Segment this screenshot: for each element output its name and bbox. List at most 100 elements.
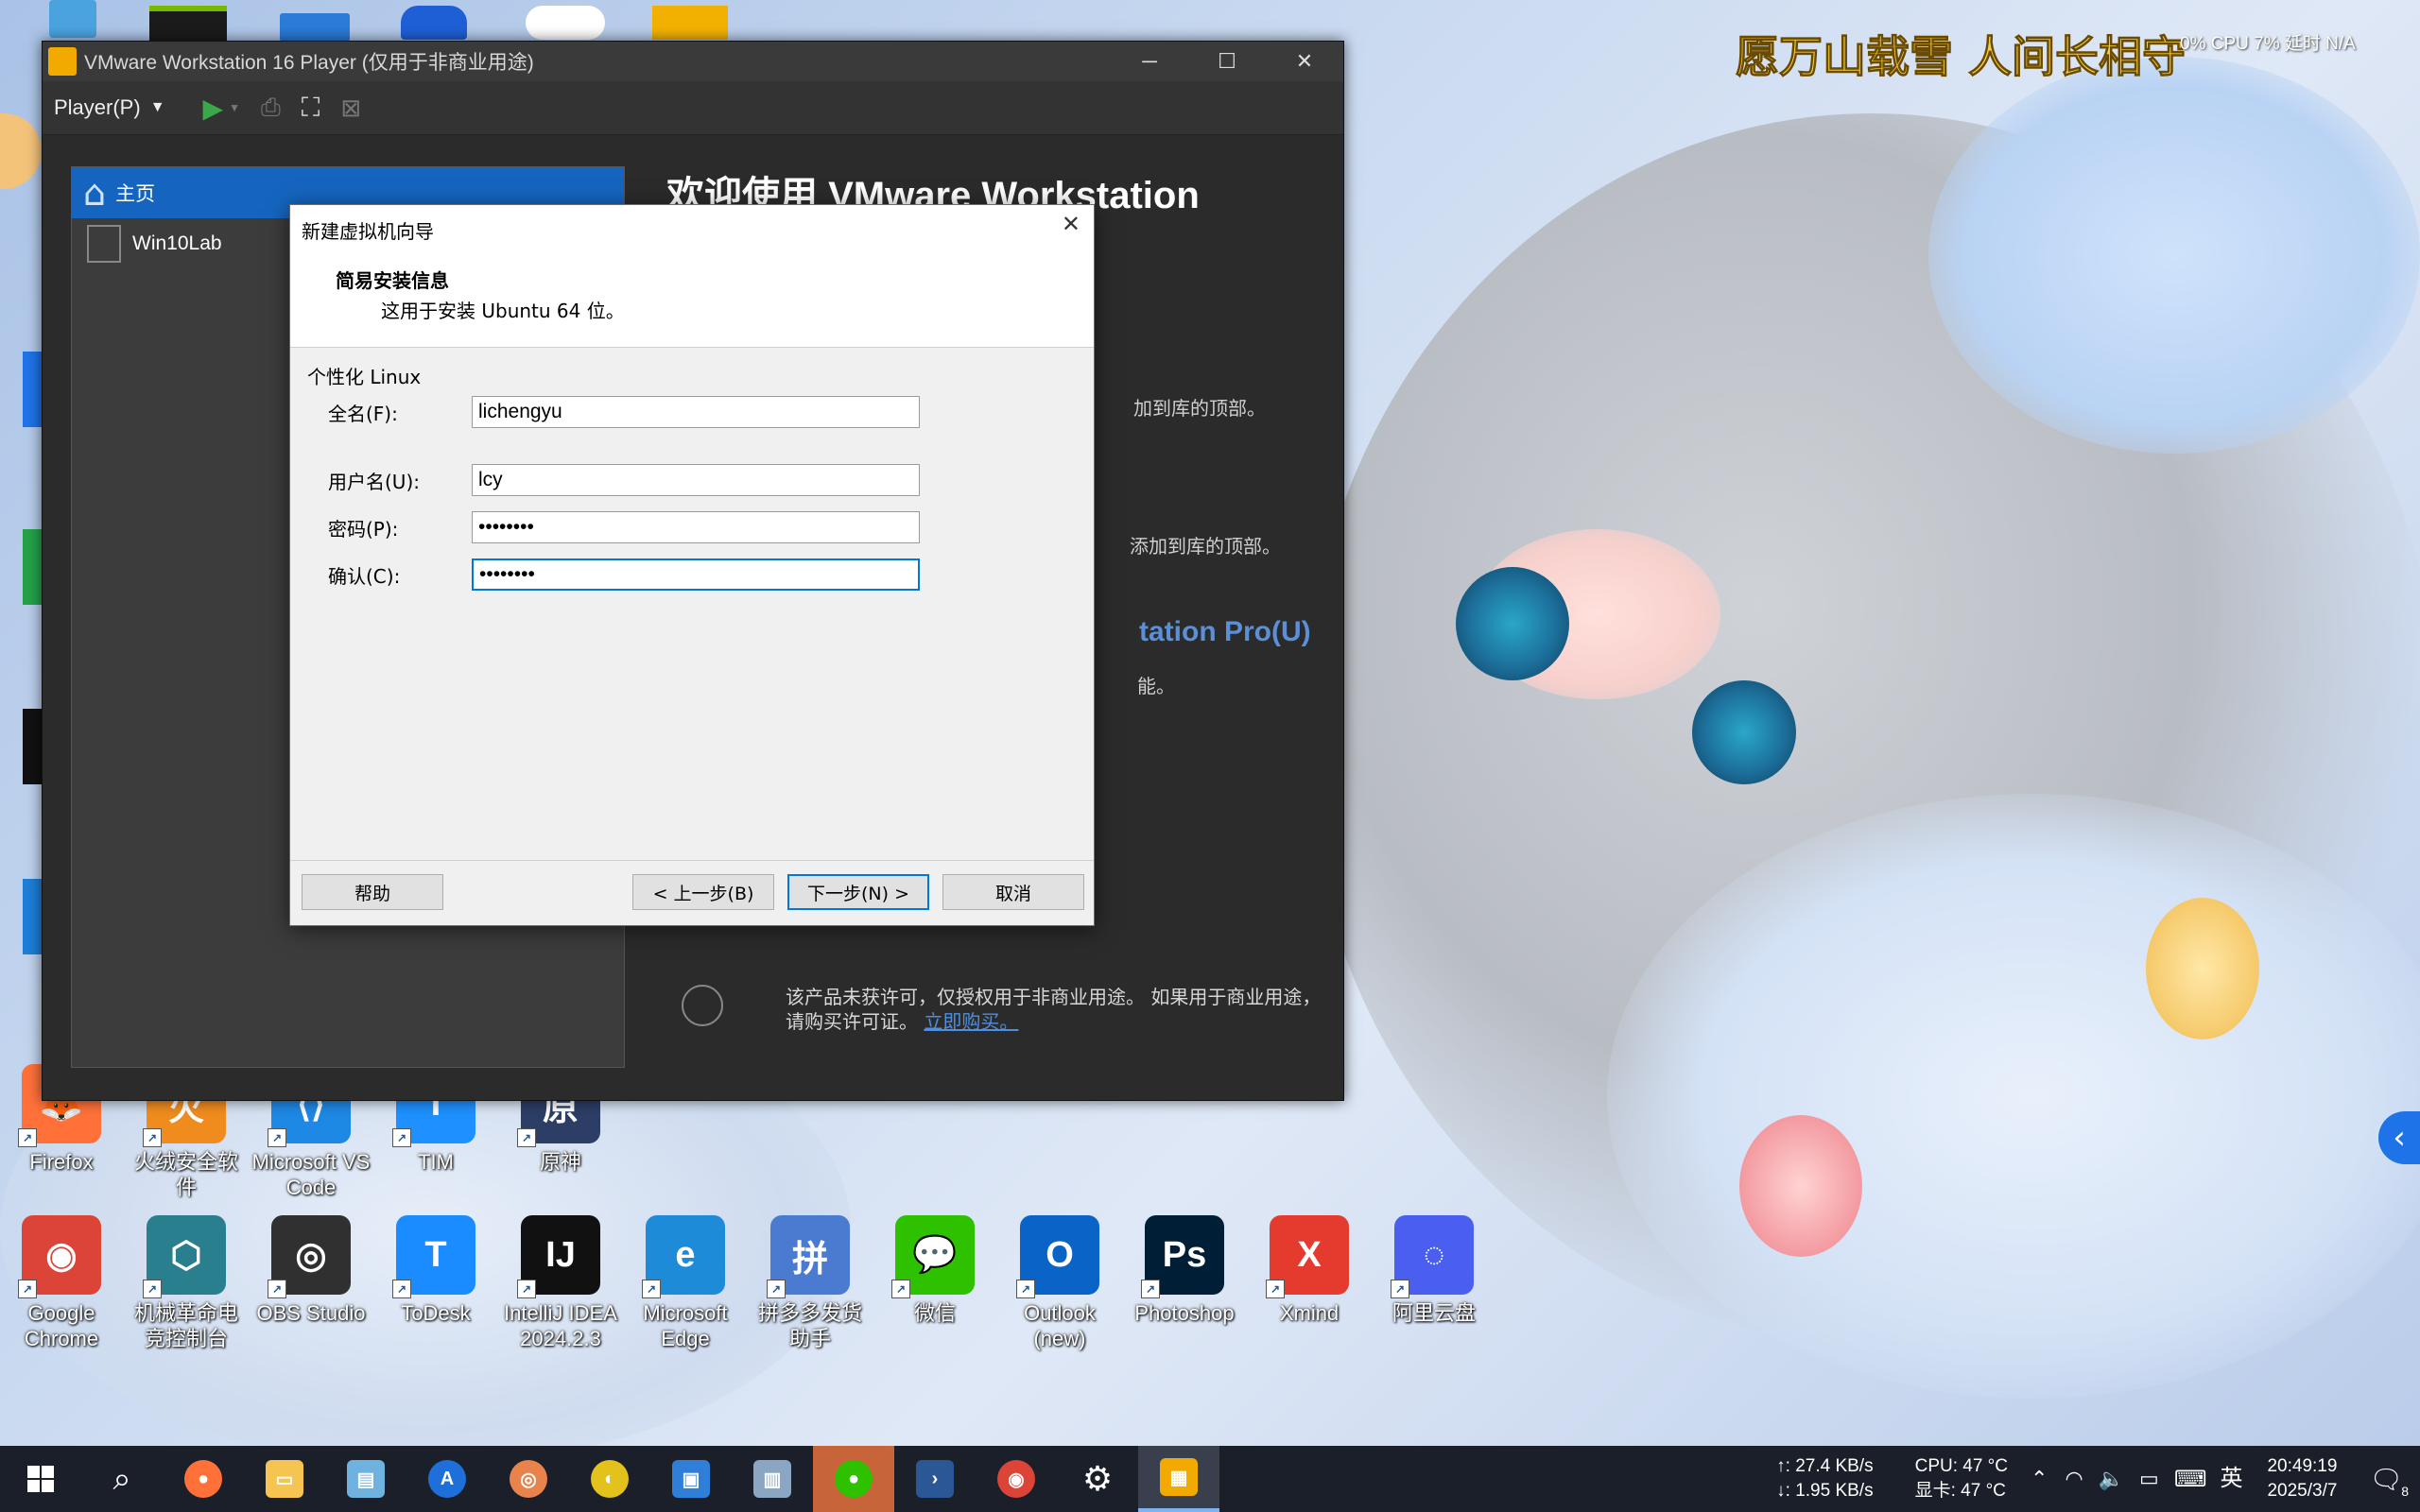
dialog-header: 新建虚拟机向导 ✕ 简易安装信息 这用于安装 Ubuntu 64 位。 bbox=[290, 205, 1094, 348]
desktop-icon-label: ToDesk bbox=[401, 1301, 471, 1325]
desktop-icon[interactable]: Ps ↗ Photoshop bbox=[1123, 1215, 1246, 1326]
shortcut-arrow-icon: ↗ bbox=[767, 1280, 786, 1298]
desktop-icon[interactable]: O ↗ Outlook (new) bbox=[998, 1215, 1121, 1351]
desktop-icon-partial[interactable] bbox=[401, 6, 467, 40]
desktop-icon[interactable]: IJ ↗ IntelliJ IDEA 2024.2.3 bbox=[499, 1215, 622, 1351]
buy-now-link[interactable]: 立即购买。 bbox=[924, 1010, 1018, 1033]
clock[interactable]: 20:49:19 2025/3/7 bbox=[2267, 1454, 2337, 1503]
desktop-icon-label: TIM bbox=[418, 1150, 454, 1174]
desktop-icon[interactable]: T ↗ ToDesk bbox=[374, 1215, 497, 1326]
vmware-icon: ▦ bbox=[1160, 1458, 1198, 1496]
taskbar-app[interactable]: ◎ bbox=[488, 1446, 569, 1512]
password-row: 密码(P): bbox=[328, 511, 920, 543]
dialog-title: 新建虚拟机向导 bbox=[302, 220, 434, 243]
taskbar-app[interactable]: ▣ bbox=[650, 1446, 732, 1512]
notification-center-button[interactable]: 🗨 8 bbox=[2369, 1464, 2409, 1499]
desktop-icon-label: Google Chrome bbox=[24, 1301, 99, 1350]
desktop-icon[interactable]: 💬 ↗ 微信 bbox=[873, 1215, 996, 1326]
taskbar: ⌕ ● ▭ ▤ A ◎ ◐ ▣ ▥ ● › ◉ ⚙ ▦ ↑: 27.4 KB/s… bbox=[0, 1446, 2420, 1512]
desktop-icon-partial[interactable] bbox=[23, 352, 42, 427]
desktop-icon[interactable]: ◎ ↗ OBS Studio bbox=[250, 1215, 372, 1326]
close-button[interactable]: ✕ bbox=[1266, 42, 1343, 81]
search-button[interactable]: ⌕ bbox=[81, 1446, 163, 1512]
shortcut-arrow-icon: ↗ bbox=[143, 1280, 162, 1298]
wifi-icon[interactable]: ◠ bbox=[2065, 1468, 2083, 1491]
section-label: 个性化 Linux bbox=[307, 366, 422, 388]
desktop-icon[interactable]: ◉ ↗ Google Chrome bbox=[0, 1215, 123, 1351]
taskbar-app[interactable]: A bbox=[406, 1446, 488, 1512]
desktop-icon-partial[interactable] bbox=[149, 6, 227, 45]
desktop-icon-partial[interactable] bbox=[23, 879, 42, 954]
shortcut-arrow-icon: ↗ bbox=[268, 1128, 286, 1147]
play-icon[interactable]: ▶ bbox=[203, 93, 224, 124]
minimize-button[interactable]: ─ bbox=[1111, 42, 1188, 81]
vmware-titlebar[interactable]: VMware Workstation 16 Player (仅用于非商业用途) … bbox=[43, 42, 1343, 81]
desktop-icon[interactable]: 拼 ↗ 拼多多发货助手 bbox=[749, 1215, 872, 1351]
shortcut-arrow-icon: ↗ bbox=[143, 1128, 162, 1147]
desktop-icon[interactable]: e ↗ Microsoft Edge bbox=[624, 1215, 747, 1351]
desktop-icon[interactable]: X ↗ Xmind bbox=[1248, 1215, 1371, 1326]
desktop-icon-partial[interactable] bbox=[652, 6, 728, 40]
desktop-icon-partial[interactable] bbox=[280, 13, 350, 42]
keyboard-icon[interactable]: ⌨ bbox=[2174, 1466, 2207, 1492]
window-title: VMware Workstation 16 Player (仅用于非商业用途) bbox=[84, 52, 534, 74]
start-button[interactable] bbox=[0, 1446, 81, 1512]
taskbar-app[interactable]: ▤ bbox=[325, 1446, 406, 1512]
battery-icon[interactable]: ▭ bbox=[2139, 1468, 2159, 1491]
license-badge-icon bbox=[682, 985, 723, 1026]
close-icon: ✕ bbox=[1061, 211, 1080, 237]
app-icon: ◌ ↗ bbox=[1391, 1215, 1474, 1298]
desktop-icon-partial[interactable] bbox=[49, 0, 96, 38]
confirm-row: 确认(C): bbox=[328, 558, 920, 591]
clock-time: 20:49:19 bbox=[2267, 1456, 2338, 1476]
shortcut-arrow-icon: ↗ bbox=[18, 1128, 37, 1147]
notepad-icon: ▤ bbox=[347, 1460, 385, 1498]
next-button[interactable]: 下一步(N) > bbox=[787, 874, 929, 910]
app-icon: ▣ bbox=[672, 1460, 710, 1498]
fullscreen-icon[interactable]: ⛶ bbox=[302, 93, 320, 124]
confirm-password-input[interactable] bbox=[472, 558, 920, 591]
app-icon: A bbox=[428, 1460, 466, 1498]
taskbar-file-explorer[interactable]: ▭ bbox=[244, 1446, 325, 1512]
volume-icon[interactable]: 🔈 bbox=[2099, 1468, 2124, 1491]
chrome-icon: ◉ bbox=[997, 1460, 1035, 1498]
app-icon: T ↗ bbox=[392, 1215, 475, 1298]
confirm-label: 确认(C): bbox=[328, 564, 401, 588]
desktop-icon-partial[interactable] bbox=[23, 529, 42, 605]
chevron-up-icon[interactable]: ⌃ bbox=[2031, 1468, 2048, 1491]
help-button[interactable]: 帮助 bbox=[302, 874, 443, 910]
fullname-row: 全名(F): bbox=[328, 396, 920, 428]
cancel-button[interactable]: 取消 bbox=[942, 874, 1084, 910]
taskbar-app[interactable]: ▥ bbox=[732, 1446, 813, 1512]
send-ctrl-alt-del-icon[interactable]: ⎙ bbox=[261, 93, 281, 123]
taskbar-vmware[interactable]: ▦ bbox=[1138, 1446, 1219, 1512]
notification-count: 8 bbox=[2401, 1483, 2409, 1499]
new-vm-wizard-dialog[interactable]: 新建虚拟机向导 ✕ 简易安装信息 这用于安装 Ubuntu 64 位。 个性化 … bbox=[289, 204, 1095, 926]
unity-icon[interactable]: ⊠ bbox=[340, 94, 361, 123]
shortcut-arrow-icon: ↗ bbox=[891, 1280, 910, 1298]
desktop-icon-partial[interactable] bbox=[526, 6, 605, 40]
username-input[interactable] bbox=[472, 464, 920, 496]
password-input[interactable] bbox=[472, 511, 920, 543]
desktop-icon[interactable]: ⬡ ↗ 机械革命电竞控制台 bbox=[125, 1215, 248, 1351]
taskbar-wechat[interactable]: ● bbox=[813, 1446, 894, 1512]
taskbar-settings[interactable]: ⚙ bbox=[1057, 1446, 1138, 1512]
taskbar-firefox[interactable]: ● bbox=[163, 1446, 244, 1512]
maximize-button[interactable]: ☐ bbox=[1188, 42, 1266, 81]
ime-indicator[interactable]: 英 bbox=[2220, 1467, 2242, 1491]
play-dropdown-icon[interactable]: ▼ bbox=[229, 101, 240, 114]
fullname-input[interactable] bbox=[472, 396, 920, 428]
upgrade-pro-link[interactable]: tation Pro(U) bbox=[1139, 616, 1311, 648]
app-icon: ◎ ↗ bbox=[268, 1215, 351, 1298]
back-button[interactable]: < 上一步(B) bbox=[632, 874, 774, 910]
app-icon: e ↗ bbox=[642, 1215, 725, 1298]
taskbar-chrome[interactable]: ◉ bbox=[976, 1446, 1057, 1512]
taskbar-app[interactable]: ◐ bbox=[569, 1446, 650, 1512]
taskbar-powershell[interactable]: › bbox=[894, 1446, 976, 1512]
desktop-icon-partial[interactable] bbox=[23, 709, 42, 784]
dialog-close-button[interactable]: ✕ bbox=[1062, 211, 1080, 237]
desktop-icon-label: 拼多多发货助手 bbox=[757, 1301, 862, 1350]
player-menu[interactable]: Player(P) ▼ bbox=[54, 95, 165, 120]
app-icon: ◎ bbox=[510, 1460, 547, 1498]
desktop-icon[interactable]: ◌ ↗ 阿里云盘 bbox=[1373, 1215, 1495, 1326]
